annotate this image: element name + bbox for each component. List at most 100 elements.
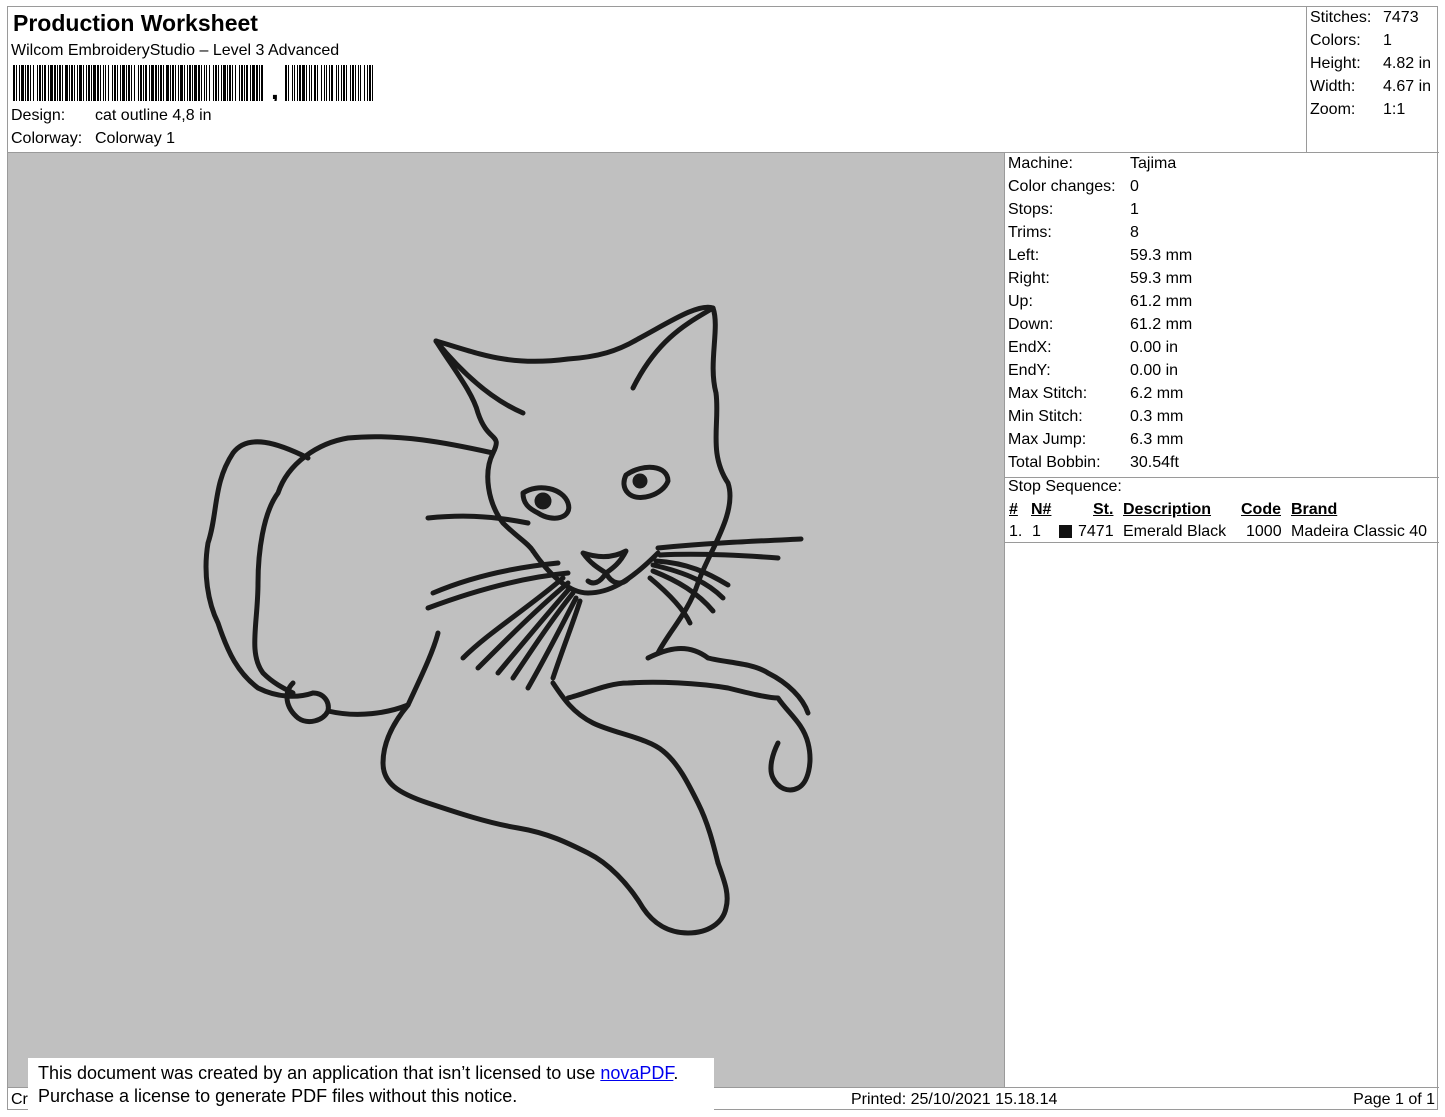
barcode-bar <box>112 65 113 101</box>
info-label: Right: <box>1008 270 1050 287</box>
info-label: Total Bobbin: <box>1008 454 1101 471</box>
summary-height: Height: 4.82 in <box>1310 55 1431 73</box>
barcode-bar <box>114 65 116 101</box>
barcode-bar <box>19 65 20 101</box>
barcode-bar <box>149 65 150 101</box>
barcode-bar <box>57 65 58 101</box>
barcode-bar <box>93 65 96 101</box>
barcode-bar <box>294 65 295 101</box>
cat-front-leg-2 <box>550 680 721 866</box>
info-endx: EndX: 0.00 in <box>1008 339 1178 357</box>
barcode-bar <box>209 65 210 101</box>
software-name: Wilcom EmbroideryStudio – Level 3 Advanc… <box>11 42 340 59</box>
summary-label: Height: <box>1310 55 1361 72</box>
cat-front-leg <box>405 630 441 708</box>
barcode-bar <box>292 65 293 101</box>
barcode-bar <box>88 65 90 101</box>
barcode-bar <box>86 65 87 101</box>
barcode-bar <box>122 65 125 101</box>
column-header-index: # <box>1009 501 1018 518</box>
barcode-bar <box>21 65 24 101</box>
barcode-bar <box>172 65 174 101</box>
info-endy: EndY: 0.00 in <box>1008 362 1178 380</box>
barcode-bar <box>69 65 70 101</box>
row-index: 1. <box>1009 523 1023 540</box>
barcode-bar <box>120 65 121 101</box>
barcode-bar <box>25 65 26 101</box>
column-header-stitches: St. <box>1093 501 1114 518</box>
barcode-bar <box>42 65 43 101</box>
info-right: Right: 59.3 mm <box>1008 270 1192 288</box>
barcode-bar <box>158 65 159 101</box>
cat-head-outline <box>433 304 733 656</box>
barcode-bar <box>227 65 228 101</box>
info-machine: Machine: Tajima <box>1008 155 1176 173</box>
barcode-bar <box>343 65 345 101</box>
barcode-bar <box>151 65 154 101</box>
info-label: EndX: <box>1008 339 1052 356</box>
cat-whisker <box>475 580 571 671</box>
column-header-brand: Brand <box>1291 501 1338 518</box>
info-max-stitch: Max Stitch: 6.2 mm <box>1008 385 1183 403</box>
barcode-bar <box>346 65 347 101</box>
barcode-bar <box>213 65 214 101</box>
barcode-bar <box>59 65 61 101</box>
info-value: 61.2 mm <box>1130 316 1193 333</box>
summary-colors: Colors: 1 <box>1310 32 1392 50</box>
barcode-bar <box>134 65 135 101</box>
barcode-bar <box>184 65 185 101</box>
info-value: 8 <box>1130 224 1139 241</box>
barcode-bar <box>232 65 233 101</box>
barcode-bar <box>163 65 164 101</box>
cat-whisker <box>655 536 804 551</box>
info-label: Min Stitch: <box>1008 408 1083 425</box>
barcode-bar <box>83 65 84 101</box>
summary-label: Zoom: <box>1310 101 1356 118</box>
colorway-value: Colorway 1 <box>95 130 176 147</box>
info-min-stitch: Min Stitch: 0.3 mm <box>1008 408 1183 426</box>
cat-whisker <box>657 551 781 561</box>
barcode-bar <box>367 65 368 101</box>
barcode-bar <box>324 65 325 101</box>
worksheet: Production Worksheet Wilcom EmbroiderySt… <box>7 6 1439 1110</box>
cat-back <box>252 434 496 696</box>
summary-value: 4.82 in <box>1383 55 1432 72</box>
summary-value: 7473 <box>1383 9 1419 26</box>
barcode-bar <box>372 65 373 101</box>
barcode-bar <box>126 65 127 101</box>
barcode-bar <box>62 65 63 101</box>
barcode-bar <box>321 65 322 101</box>
info-value: 30.54ft <box>1130 454 1179 471</box>
row-stitches: 7471 <box>1078 523 1114 540</box>
barcode-bar <box>71 65 73 101</box>
barcode-bar <box>246 65 248 101</box>
info-value: 0.00 in <box>1130 362 1179 379</box>
info-value: 0.00 in <box>1130 339 1179 356</box>
barcode-bar <box>252 65 255 101</box>
info-label: Left: <box>1008 247 1040 264</box>
design-value: cat outline 4,8 in <box>95 107 212 124</box>
barcode-bar <box>314 65 316 101</box>
barcode-bar <box>331 65 333 101</box>
barcode-bar <box>369 65 371 101</box>
barcode-bar <box>65 65 68 101</box>
barcode-bar <box>108 65 109 101</box>
page-number: Page 1 of 1 <box>1353 1091 1435 1108</box>
barcode-bar <box>117 65 118 101</box>
license-notice: This document was created by an applicat… <box>28 1058 714 1110</box>
footer-left-text: Cr <box>11 1091 28 1108</box>
info-value: 6.3 mm <box>1130 431 1184 448</box>
barcode-bar <box>261 65 263 101</box>
barcode-bar <box>39 65 41 101</box>
barcode-bar <box>326 65 327 101</box>
novapdf-link[interactable]: novaPDF <box>600 1063 673 1083</box>
barcode-bar <box>189 65 191 101</box>
barcode: , <box>13 65 373 101</box>
barcode-bar <box>285 65 287 101</box>
summary-value: 1 <box>1383 32 1392 49</box>
cat-extended-leg <box>565 679 813 793</box>
barcode-bar <box>350 65 351 101</box>
barcode-bar <box>198 65 200 101</box>
summary-zoom: Zoom: 1:1 <box>1310 101 1405 119</box>
barcode-bar <box>201 65 202 101</box>
